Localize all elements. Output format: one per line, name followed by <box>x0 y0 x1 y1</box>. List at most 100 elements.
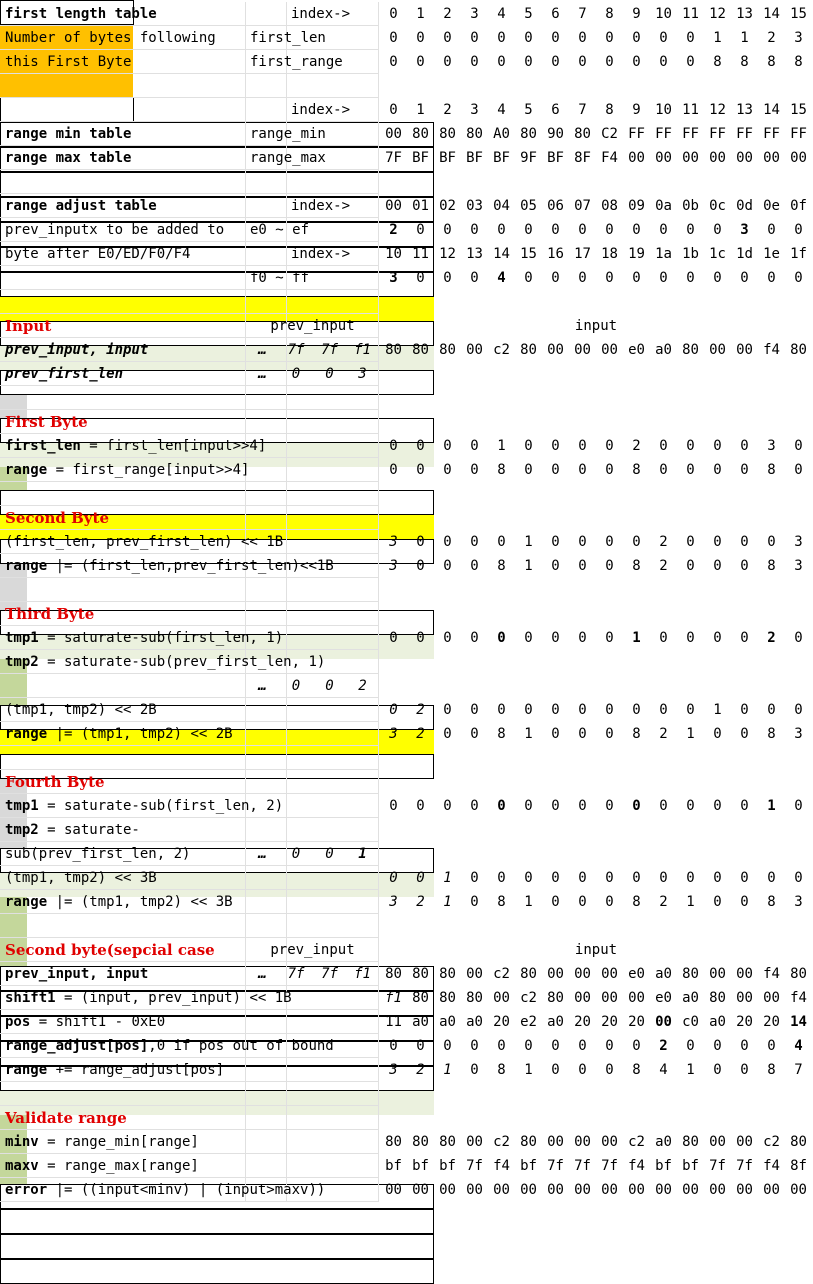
value-cell: 00 <box>655 150 672 166</box>
grid-cell <box>246 506 287 530</box>
value-cell: 0 <box>470 1062 479 1078</box>
value-cell: 0 <box>497 702 506 718</box>
value-cell: 0 <box>578 798 587 814</box>
value-cell: e0 <box>628 966 645 982</box>
label-keyword: range <box>5 1062 48 1078</box>
value-cell: 0 <box>524 1038 533 1054</box>
value-cell: 02 <box>439 198 456 214</box>
value-cell: 7f <box>466 1158 483 1174</box>
value-cell: 4 <box>794 1038 803 1054</box>
prev-cell: 1 <box>358 846 367 862</box>
value-cell: 80 <box>439 342 456 358</box>
prev-cell: 7f <box>287 342 305 358</box>
value-cell: 15 <box>790 102 807 118</box>
value-cell: 0 <box>497 30 506 46</box>
label: error |= ((input<minv) | (input>maxv)) <box>5 1182 326 1198</box>
label-keyword: tmp1 <box>5 630 39 646</box>
value-cell: 80 <box>790 966 807 982</box>
value-cell: 00 <box>628 1182 645 1198</box>
value-cell: 0 <box>551 270 560 286</box>
value-cell: 0 <box>470 438 479 454</box>
value-cell: 0 <box>470 54 479 70</box>
value-cell: 00 <box>601 342 618 358</box>
label: f0 ~ ff <box>250 270 310 286</box>
value-cell: 0 <box>443 270 452 286</box>
value-cell: 1 <box>686 1062 695 1078</box>
value-cell: 8 <box>632 462 641 478</box>
value-cell: 3 <box>794 534 803 550</box>
value-cell: 0 <box>524 30 533 46</box>
value-cell: 8 <box>632 894 641 910</box>
value-cell: 8 <box>497 1062 506 1078</box>
value-cell: 80 <box>466 126 483 142</box>
value-cell: 7 <box>578 6 587 22</box>
value-cell: 0 <box>416 630 425 646</box>
value-cell: 03 <box>466 198 483 214</box>
value-cell: 4 <box>497 6 506 22</box>
value-cell: 0 <box>767 1038 776 1054</box>
value-cell: 1 <box>443 894 452 910</box>
value-cell: 8 <box>713 54 722 70</box>
value-cell: c0 <box>682 1014 699 1030</box>
value-cell: 2 <box>416 894 425 910</box>
value-cell: 1 <box>497 438 506 454</box>
value-cell: 9F <box>520 150 537 166</box>
value-cell: 80 <box>520 126 537 142</box>
value-cell: 0 <box>713 726 722 742</box>
row-box <box>0 1259 434 1284</box>
prev-cell: 7f <box>321 342 338 358</box>
value-cell: 3 <box>470 6 479 22</box>
prev-cell: 0 <box>291 678 301 694</box>
value-cell: 14 <box>493 246 510 262</box>
value-cell: 1 <box>713 702 722 718</box>
value-cell: 0 <box>605 870 614 886</box>
value-cell: 0 <box>470 270 479 286</box>
label: range_min <box>250 126 326 142</box>
value-cell: 8 <box>497 894 506 910</box>
value-cell: 0 <box>740 798 749 814</box>
value-cell: 0 <box>470 558 479 574</box>
value-cell: 0 <box>713 270 722 286</box>
value-cell: 0 <box>686 870 695 886</box>
label: tmp2 = saturate- <box>5 822 140 838</box>
value-cell: 0 <box>389 702 398 718</box>
value-cell: 0 <box>713 558 722 574</box>
value-cell: 0 <box>389 102 398 118</box>
value-cell: a0 <box>466 1014 483 1030</box>
column-header: prev_input <box>270 318 355 334</box>
value-cell: a0 <box>439 1014 456 1030</box>
value-cell: 0 <box>794 270 803 286</box>
value-cell: 12 <box>439 246 456 262</box>
grid-cell <box>287 170 379 194</box>
label: shift1 = (input, prev_input) << 1B <box>5 990 292 1006</box>
label: range |= (tmp1, tmp2) << 2B <box>5 726 233 742</box>
value-cell: 3 <box>389 534 398 550</box>
value-cell: 8 <box>632 558 641 574</box>
value-cell: BF <box>466 150 483 166</box>
value-cell: 0 <box>713 894 722 910</box>
value-cell: 0 <box>389 6 398 22</box>
value-cell: bf <box>385 1158 402 1174</box>
value-cell: 0 <box>605 558 614 574</box>
value-cell: 0 <box>767 270 776 286</box>
value-cell: 3 <box>389 558 398 574</box>
value-cell: 80 <box>439 126 456 142</box>
value-cell: 00 <box>709 150 726 166</box>
value-cell: 80 <box>682 966 699 982</box>
value-cell: 2 <box>659 1038 668 1054</box>
value-cell: FF <box>709 126 726 142</box>
value-cell: 8 <box>740 54 749 70</box>
value-cell: 0 <box>551 438 560 454</box>
value-cell: 0 <box>740 1038 749 1054</box>
value-cell: 2 <box>767 630 776 646</box>
label: Third Byte <box>5 605 95 623</box>
value-cell: 8 <box>767 558 776 574</box>
value-cell: a0 <box>655 1134 672 1150</box>
value-cell: 0 <box>767 702 776 718</box>
value-cell: 0 <box>659 54 668 70</box>
value-cell: 0 <box>524 870 533 886</box>
value-cell: 0 <box>794 630 803 646</box>
label: prev_inputx to be added to <box>5 222 225 238</box>
grid-cell <box>287 914 379 938</box>
value-cell: 20 <box>736 1014 753 1030</box>
